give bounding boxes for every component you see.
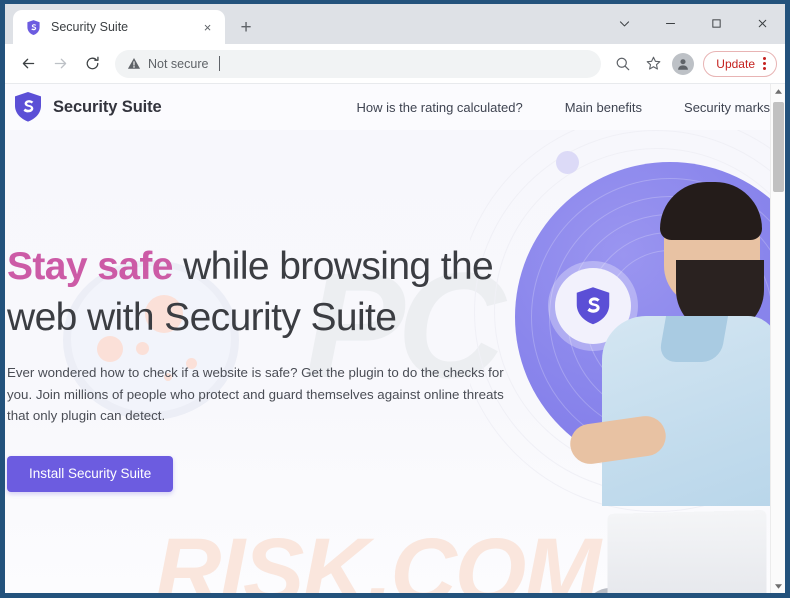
shield-logo-icon [15,92,41,122]
close-tab-icon[interactable]: × [198,18,217,37]
install-security-suite-button[interactable]: Install Security Suite [7,455,174,492]
scroll-down-button[interactable] [774,579,783,593]
hero-paragraph: Ever wondered how to check if a website … [7,365,504,424]
reload-button[interactable] [77,49,107,79]
headline-accent: Stay safe [7,245,173,288]
arrow-right-icon [54,58,66,69]
new-tab-button[interactable]: + [231,12,261,42]
nav-item-benefits[interactable]: Main benefits [565,100,642,115]
decorative-ball [556,151,579,174]
window-controls [601,4,785,42]
caret-down-icon [774,583,782,589]
site-header: Security Suite How is the rating calcula… [5,84,770,130]
bookmark-button[interactable] [639,50,667,78]
page-title: Stay safe while browsing the web with Se… [7,242,545,343]
back-button[interactable] [13,49,43,79]
shield-icon [27,19,40,35]
update-button[interactable]: Update [703,50,777,77]
browser-window: Security Suite × + Not secure Update Sec… [0,0,790,598]
site-nav: How is the rating calculated? Main benef… [357,100,771,115]
nav-item-security-marks[interactable]: Security marks [684,100,770,115]
minimize-icon [665,22,675,24]
address-bar[interactable]: Not secure [115,49,602,78]
scroll-up-button[interactable] [774,84,783,98]
avatar [672,52,695,75]
maximize-icon [711,18,721,28]
zoom-search-button[interactable] [609,50,637,78]
chevron-down-icon [619,20,629,26]
search-icon [616,57,630,70]
arrow-left-icon [22,58,34,69]
site-brand[interactable]: Security Suite [13,91,162,123]
caret-up-icon [774,88,782,94]
close-window-button[interactable] [739,4,785,42]
person-icon [678,58,689,70]
maximize-button[interactable] [693,4,739,42]
scrollbar-thumb[interactable] [773,102,784,192]
person-photo [567,130,770,593]
close-icon [758,19,766,27]
hero-copy: Stay safe while browsing the web with Se… [5,242,545,492]
hero-section: PC RISK.COM Stay safe while browsing the… [5,130,770,593]
profile-button[interactable] [669,50,697,78]
security-status-label: Not secure [148,56,209,71]
minimize-button[interactable] [647,4,693,42]
page-viewport: Security Suite How is the rating calcula… [5,84,785,593]
browser-toolbar: Not secure Update [5,44,785,84]
update-button-label: Update [716,56,755,71]
scrollbar-track[interactable] [771,98,785,579]
tab-strip: Security Suite × + [5,4,785,44]
reload-icon [86,56,99,70]
nav-item-rating[interactable]: How is the rating calculated? [357,100,523,115]
url-text-cursor [219,56,221,71]
page-scrollbar[interactable] [770,84,785,593]
kebab-menu-icon[interactable] [759,57,770,70]
star-icon [646,56,661,70]
tab-title: Security Suite [51,20,129,34]
search-tabs-button[interactable] [601,4,647,42]
brand-name: Security Suite [53,97,162,116]
not-secure-warning-icon [127,58,141,69]
browser-tab[interactable]: Security Suite × [13,10,225,44]
forward-button[interactable] [45,49,75,79]
page-content: Security Suite How is the rating calcula… [5,84,770,593]
